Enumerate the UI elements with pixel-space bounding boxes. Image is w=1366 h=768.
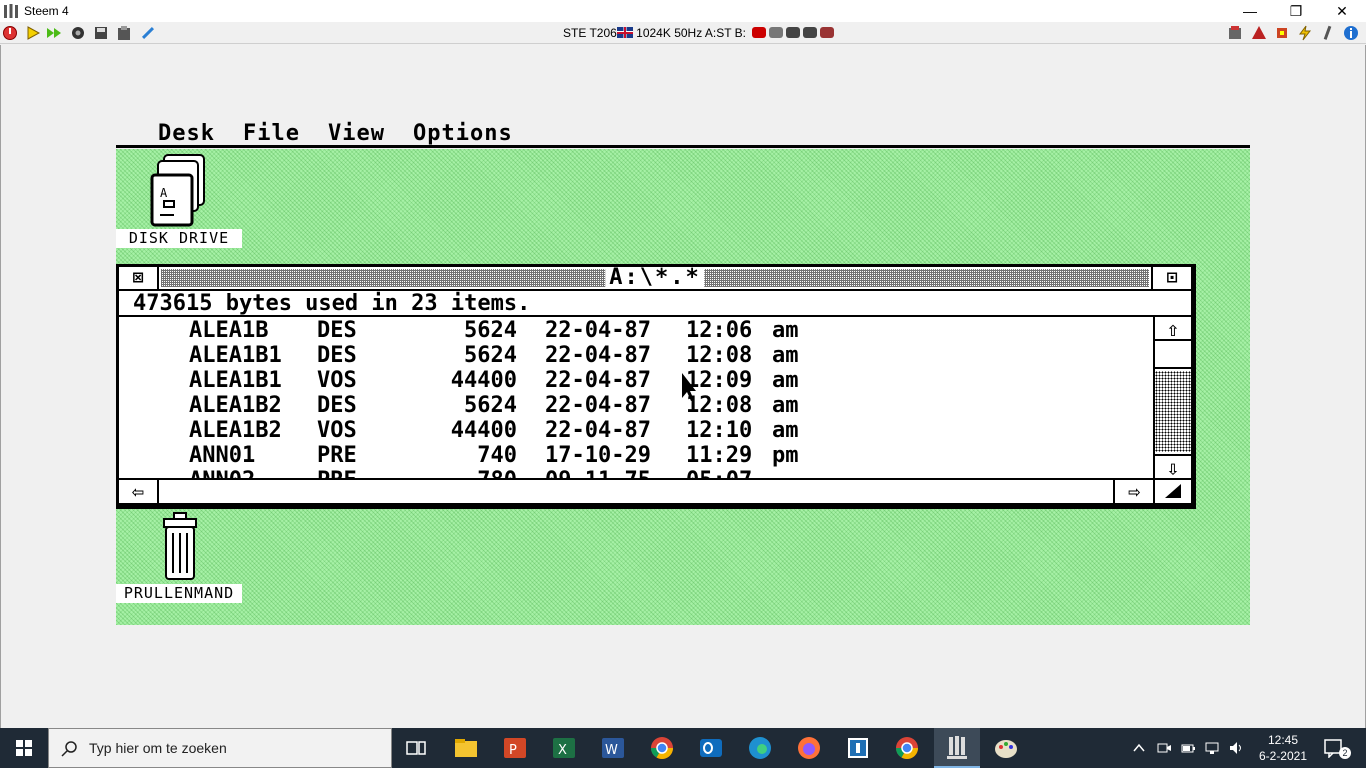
memory-snapshot-icon[interactable] bbox=[1227, 25, 1243, 41]
file-row[interactable]: ALEA1B2 DES 5624 22-04-87 12:08 am bbox=[119, 393, 1153, 418]
fast-forward-icon[interactable] bbox=[46, 25, 62, 41]
window-resize-icon[interactable] bbox=[1153, 480, 1191, 503]
svg-text:W: W bbox=[605, 743, 618, 758]
emulator-toolbar: STE T206 1024K 50Hz A:ST B: bbox=[0, 22, 1366, 44]
menu-desk[interactable]: Desk bbox=[158, 121, 215, 146]
disk-manager-icon[interactable] bbox=[93, 25, 109, 41]
menu-options[interactable]: Options bbox=[413, 121, 513, 146]
chrome-icon[interactable] bbox=[646, 732, 678, 764]
restore-button[interactable]: ❐ bbox=[1273, 0, 1319, 22]
emulator-status: STE T206 1024K 50Hz A:ST B: bbox=[563, 26, 835, 40]
volume-icon[interactable] bbox=[1228, 740, 1244, 756]
window-titlebar: Steem 4 — ❐ ✕ bbox=[0, 0, 1366, 22]
hard-drive-icon bbox=[769, 27, 784, 38]
status-config: 1024K 50Hz A:ST B: bbox=[636, 26, 747, 40]
window-full-icon[interactable]: ⊡ bbox=[1151, 267, 1191, 289]
firefox-icon[interactable] bbox=[793, 732, 825, 764]
svg-text:A: A bbox=[160, 186, 168, 200]
vertical-scroll-thumb[interactable] bbox=[1155, 343, 1191, 369]
windows-start-icon[interactable] bbox=[0, 728, 48, 768]
trash-label: PRULLENMAND bbox=[116, 584, 242, 603]
file-explorer-icon[interactable] bbox=[450, 732, 482, 764]
vertical-scroll-track[interactable] bbox=[1155, 371, 1191, 452]
scroll-right-icon[interactable]: ⇨ bbox=[1113, 480, 1153, 503]
window-title: Steem 4 bbox=[24, 4, 69, 18]
mouse-pointer-icon bbox=[682, 373, 696, 401]
file-list: ALEA1B DES 5624 22-04-87 12:06 am ALEA1B1 DES 5… bbox=[119, 317, 1153, 478]
clock-time: 12:45 bbox=[1267, 733, 1299, 747]
directory-window: ⊠ A:\*.* ⊡ 473615 bytes used in 23 items… bbox=[116, 264, 1196, 509]
clock-date: 6-2-2021 bbox=[1258, 749, 1308, 763]
notification-count-badge: 2 bbox=[1339, 747, 1351, 759]
port-2-icon bbox=[803, 27, 818, 38]
windows-taskbar: Typ hier om te zoeken P X W 12:45 6-2-20… bbox=[0, 728, 1366, 768]
uk-flag-icon bbox=[616, 27, 633, 38]
svg-text:X: X bbox=[558, 743, 567, 758]
chrome-2-icon[interactable] bbox=[891, 732, 923, 764]
excel-icon[interactable]: X bbox=[548, 732, 580, 764]
terminal-icon[interactable] bbox=[842, 732, 874, 764]
joystick-icon[interactable] bbox=[70, 25, 86, 41]
scroll-left-icon[interactable]: ⇦ bbox=[119, 480, 159, 503]
file-row[interactable]: ANN01 PRE 740 17-10-29 11:29 pm bbox=[119, 443, 1153, 468]
system-tray bbox=[1130, 728, 1255, 768]
close-button[interactable]: ✕ bbox=[1319, 0, 1365, 22]
file-row[interactable]: ALEA1B1 DES 5624 22-04-87 12:08 am bbox=[119, 343, 1153, 368]
horizontal-scroll-track[interactable] bbox=[161, 480, 1113, 503]
file-row[interactable]: ALEA1B1 VOS 44400 22-04-87 12:09 am bbox=[119, 368, 1153, 393]
chevron-up-icon[interactable] bbox=[1132, 741, 1146, 755]
taskbar-search-box[interactable]: Typ hier om te zoeken bbox=[48, 728, 392, 768]
menu-file[interactable]: File bbox=[243, 121, 300, 146]
cpu-icon[interactable] bbox=[1274, 25, 1290, 41]
status-machine: STE T206 bbox=[563, 26, 617, 40]
menu-view[interactable]: View bbox=[328, 121, 385, 146]
outlook-icon[interactable] bbox=[695, 732, 727, 764]
paint-icon[interactable] bbox=[990, 732, 1022, 764]
horizontal-scrollbar[interactable]: ⇦ ⇨ bbox=[119, 478, 1191, 503]
vertical-scrollbar[interactable]: ⇧ ⇩ bbox=[1153, 317, 1191, 480]
port-3-icon bbox=[820, 27, 835, 38]
play-icon[interactable] bbox=[25, 25, 41, 41]
battery-icon[interactable] bbox=[1180, 740, 1196, 756]
window-path-title: A:\*.* bbox=[605, 267, 705, 289]
search-icon bbox=[61, 741, 77, 757]
file-row[interactable]: ALEA1B DES 5624 22-04-87 12:06 am bbox=[119, 318, 1153, 343]
search-placeholder: Typ hier om te zoeken bbox=[89, 740, 227, 756]
disk-drive-icon[interactable]: A bbox=[150, 153, 210, 229]
meet-now-icon[interactable] bbox=[1156, 740, 1172, 756]
window-close-icon[interactable]: ⊠ bbox=[119, 267, 159, 289]
options-icon[interactable] bbox=[1297, 25, 1313, 41]
trash-icon[interactable] bbox=[160, 509, 200, 583]
word-icon[interactable]: W bbox=[597, 732, 629, 764]
svg-text:P: P bbox=[509, 743, 517, 758]
scroll-down-icon[interactable]: ⇩ bbox=[1155, 454, 1191, 480]
patches-icon[interactable] bbox=[1251, 25, 1267, 41]
taskbar-clock[interactable]: 12:45 6-2-2021 bbox=[1258, 732, 1308, 764]
scroll-up-icon[interactable]: ⇧ bbox=[1155, 317, 1191, 341]
steem-icon[interactable] bbox=[941, 732, 973, 764]
info-icon[interactable] bbox=[1343, 25, 1359, 41]
minimize-button[interactable]: — bbox=[1227, 0, 1273, 22]
port-1-icon bbox=[786, 27, 801, 38]
disk-drive-label: DISK DRIVE bbox=[116, 229, 242, 248]
power-icon[interactable] bbox=[2, 25, 18, 41]
settings-wrench-icon[interactable] bbox=[140, 25, 156, 41]
drive-b-icon bbox=[752, 27, 767, 38]
network-icon[interactable] bbox=[1204, 740, 1220, 756]
window-title-bar[interactable]: ⊠ A:\*.* ⊡ bbox=[119, 267, 1191, 291]
steem-app-icon bbox=[4, 4, 18, 18]
powerpoint-icon[interactable]: P bbox=[499, 732, 531, 764]
tools-icon[interactable] bbox=[1320, 25, 1336, 41]
window-info-line: 473615 bytes used in 23 items. bbox=[119, 291, 1191, 317]
paste-icon[interactable] bbox=[116, 25, 132, 41]
gem-menubar: Desk File View Options bbox=[116, 118, 1250, 148]
file-row[interactable]: ANN02PRE78009-11-7505:07 bbox=[119, 468, 1153, 478]
task-view-icon[interactable] bbox=[400, 732, 432, 764]
edge-icon[interactable] bbox=[744, 732, 776, 764]
file-row[interactable]: ALEA1B2 VOS 44400 22-04-87 12:10 am bbox=[119, 418, 1153, 443]
